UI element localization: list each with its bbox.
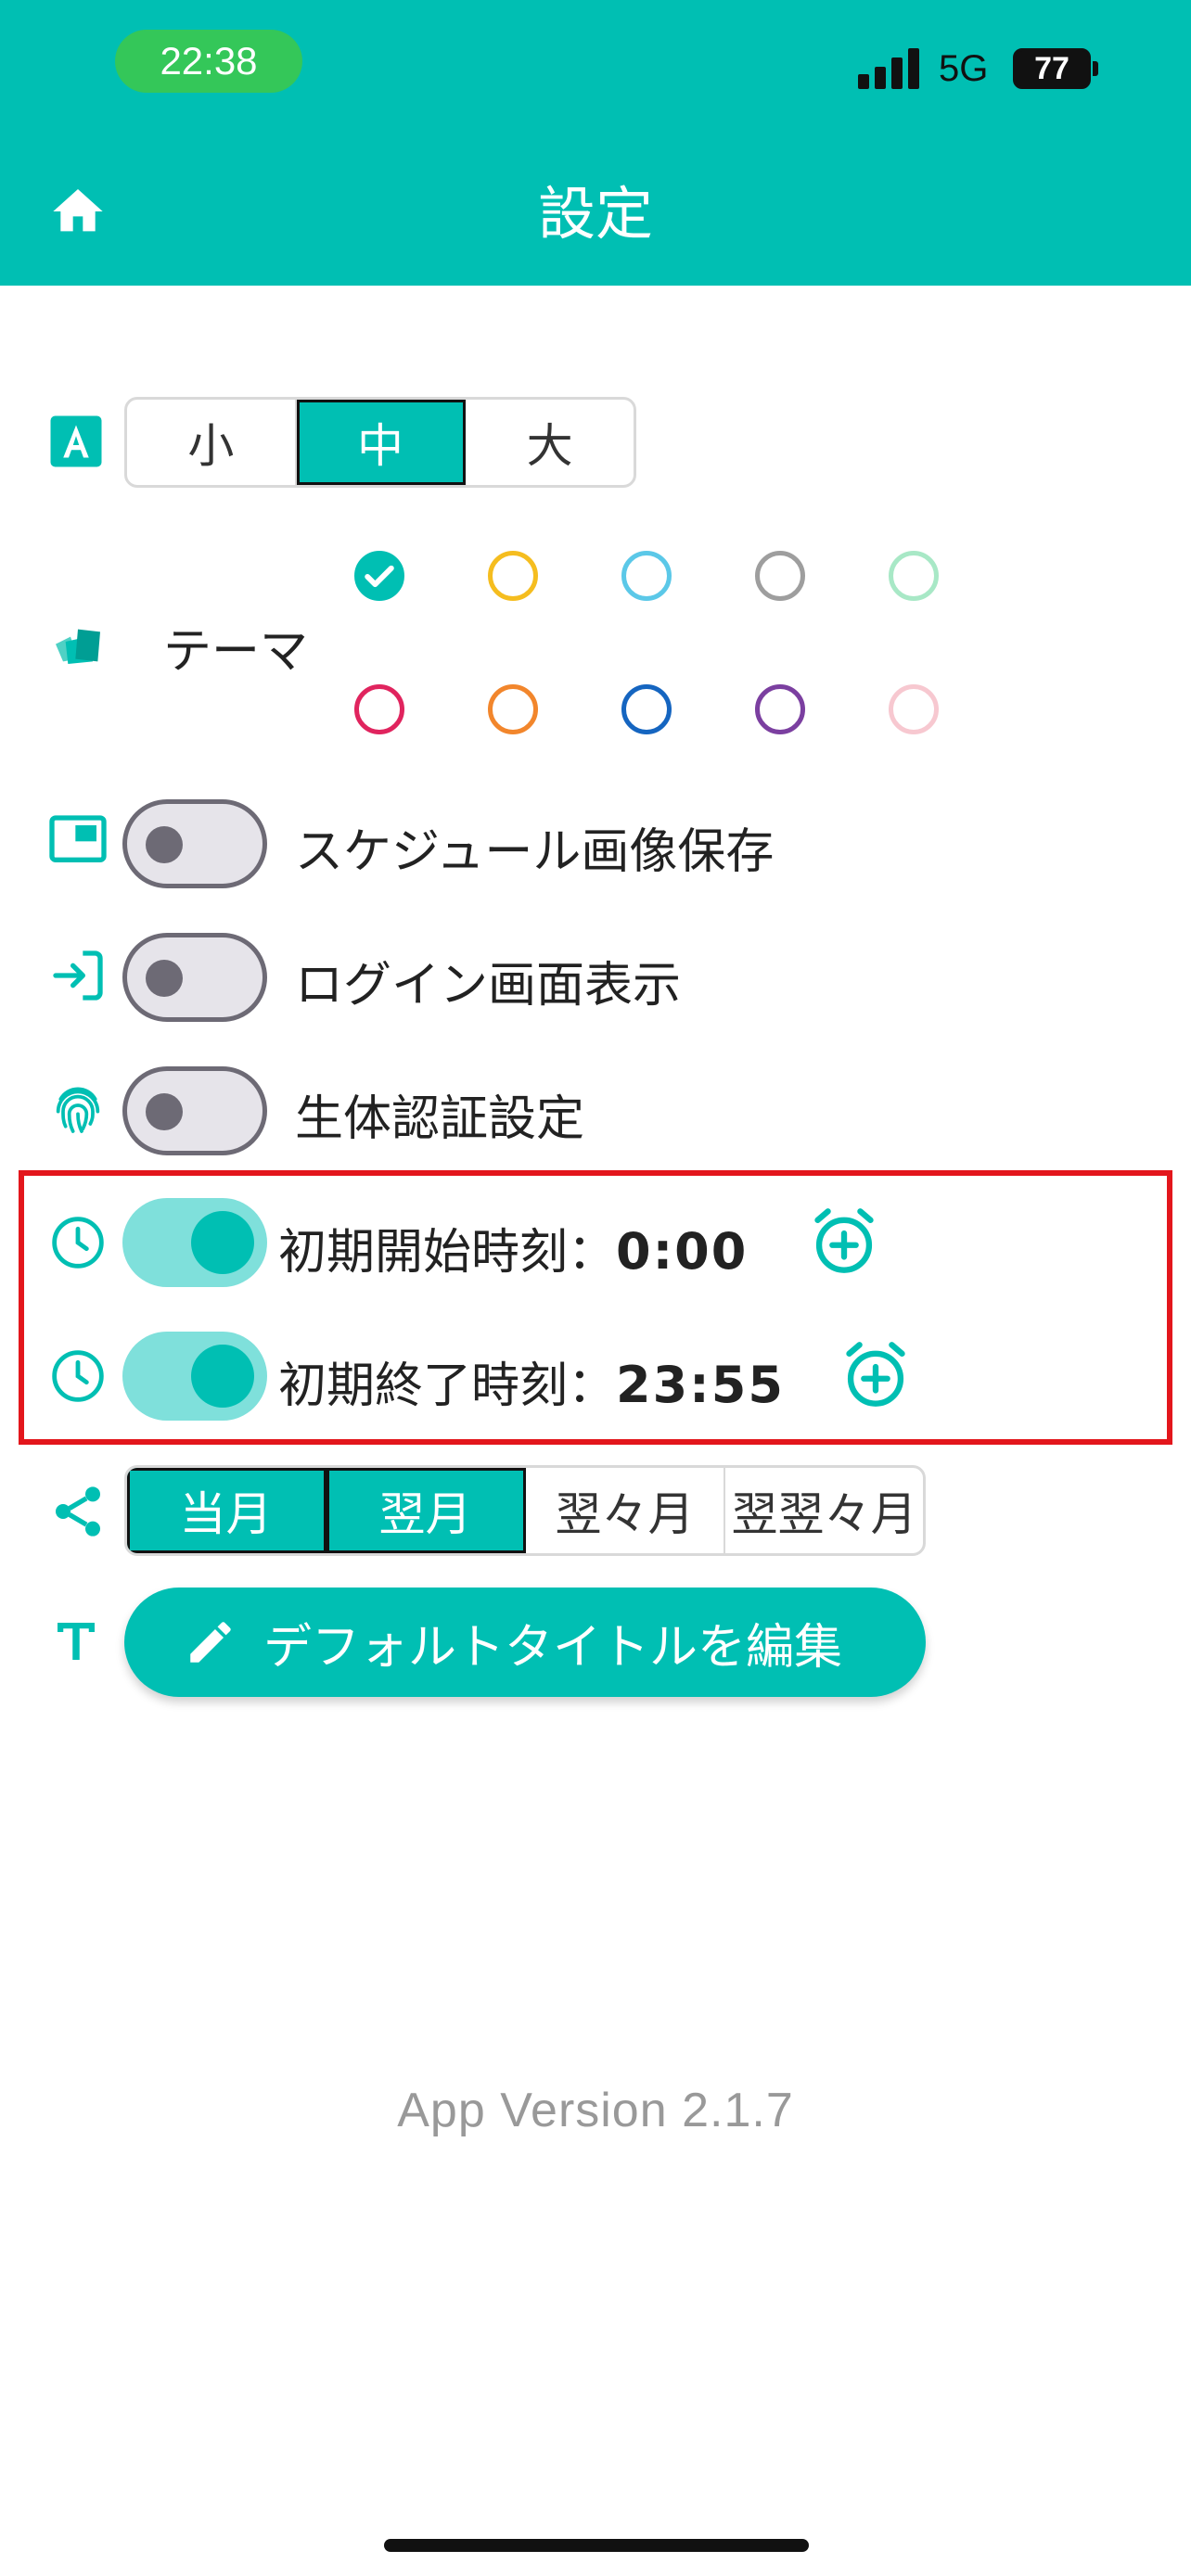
pencil-icon [190, 1622, 231, 1663]
end-time-text: 初期終了時刻：23:55 [278, 1346, 785, 1416]
start-time-label: 初期開始時刻： [278, 1225, 617, 1281]
login-screen-label: ログイン画面表示 [295, 958, 682, 1014]
theme-color-red[interactable] [354, 684, 404, 734]
font-size-selector: 小 中 大 [124, 397, 636, 488]
add-alarm-icon [846, 1342, 905, 1407]
add-alarm-icon [814, 1208, 874, 1273]
theme-color-orange[interactable] [488, 684, 538, 734]
font-size-icon [48, 414, 108, 473]
battery-nub [1093, 61, 1098, 76]
status-time: 22:38 [115, 30, 302, 93]
share-month-current-option[interactable]: 当月 [127, 1468, 327, 1553]
theme-label: テーマ [163, 624, 309, 680]
cellular-signal-icon [858, 46, 921, 89]
share-month-selector: 当月 翌月 翌々月 翌翌々月 [124, 1465, 926, 1556]
add-alarm-start-button[interactable] [809, 1204, 879, 1278]
login-screen-toggle[interactable] [122, 933, 267, 1022]
font-size-medium-option[interactable]: 中 [296, 400, 467, 485]
battery-level: 77 [1034, 51, 1069, 86]
theme-color-teal-selected[interactable] [354, 551, 404, 601]
edit-default-title-label: デフォルトタイトルを編集 [263, 1619, 843, 1676]
add-alarm-end-button[interactable] [840, 1337, 911, 1411]
clock-icon [48, 1346, 108, 1406]
start-time-toggle[interactable] [122, 1198, 267, 1287]
picture-in-picture-icon [48, 812, 108, 872]
end-time-label: 初期終了時刻： [278, 1358, 617, 1414]
theme-color-gray[interactable] [755, 551, 805, 601]
share-month-next-option[interactable]: 翌月 [327, 1468, 526, 1553]
biometric-toggle[interactable] [122, 1066, 267, 1155]
app-header: 22:38 5G 77 設定 [0, 0, 1191, 286]
theme-color-blue[interactable] [621, 684, 672, 734]
schedule-image-save-label: スケジュール画像保存 [295, 824, 775, 880]
theme-color-pink[interactable] [889, 684, 939, 734]
schedule-image-save-toggle[interactable] [122, 799, 267, 888]
palette-tag-icon [48, 612, 108, 671]
theme-color-mint[interactable] [889, 551, 939, 601]
network-type: 5G [939, 48, 989, 89]
login-icon [48, 946, 108, 1005]
end-time-toggle[interactable] [122, 1332, 267, 1421]
theme-color-light-blue[interactable] [621, 551, 672, 601]
theme-color-purple[interactable] [755, 684, 805, 734]
biometric-label: 生体認証設定 [295, 1091, 585, 1147]
title-text-icon [48, 1613, 108, 1673]
home-indicator[interactable] [384, 2539, 809, 2552]
fingerprint-icon [48, 1079, 108, 1139]
edit-default-title-button[interactable]: デフォルトタイトルを編集 [124, 1588, 926, 1697]
start-time-value[interactable]: 0:00 [616, 1222, 748, 1281]
end-time-value[interactable]: 23:55 [616, 1356, 785, 1414]
share-month-after-next-option[interactable]: 翌々月 [526, 1468, 725, 1553]
check-icon [365, 565, 394, 588]
share-icon [48, 1482, 108, 1541]
start-time-text: 初期開始時刻：0:00 [278, 1213, 748, 1282]
theme-color-yellow[interactable] [488, 551, 538, 601]
battery-icon: 77 [1013, 48, 1091, 89]
page-title: 設定 [537, 180, 653, 248]
app-version: App Version 2.1.7 [397, 2084, 794, 2137]
font-size-small-option[interactable]: 小 [127, 400, 297, 485]
clock-icon [48, 1213, 108, 1272]
font-size-large-option[interactable]: 大 [466, 400, 634, 485]
share-month-third-option[interactable]: 翌翌々月 [725, 1468, 923, 1553]
